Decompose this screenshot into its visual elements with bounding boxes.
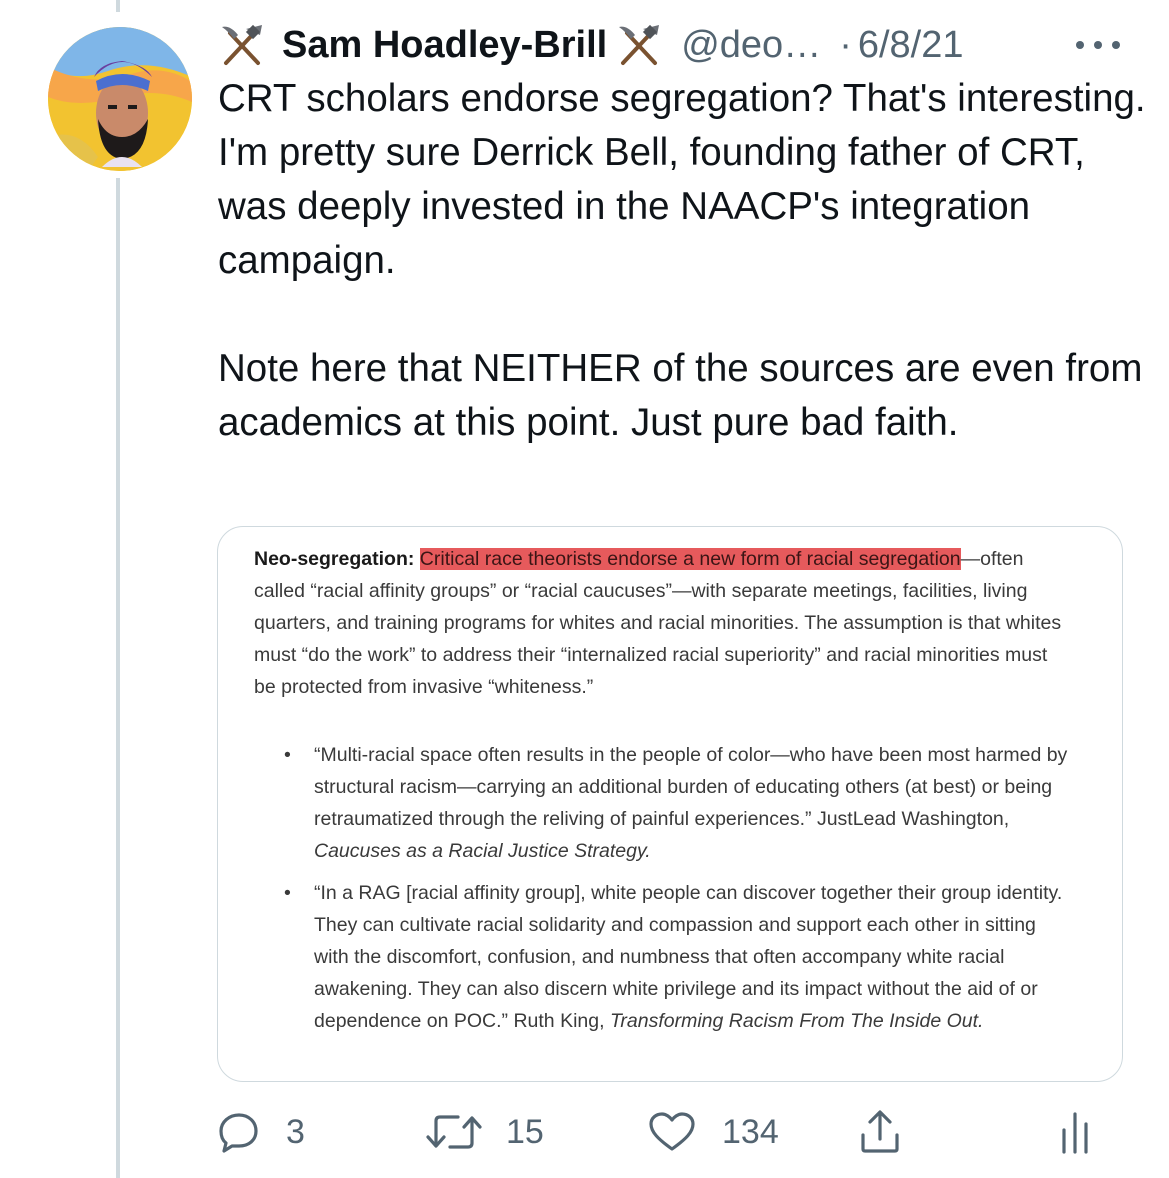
list-item: • “In a RAG [racial affinity group], whi…: [284, 877, 1074, 1037]
avatar-image: [48, 27, 192, 171]
share-icon: [861, 1110, 899, 1153]
reply-count: 3: [286, 1112, 305, 1151]
tweet-date[interactable]: 6/8/21: [858, 24, 964, 67]
highlighted-claim: Critical race theorists endorse a new fo…: [419, 548, 961, 570]
author-handle[interactable]: @deo…: [681, 24, 821, 67]
analytics-button[interactable]: [1060, 1104, 1090, 1160]
thread-line: [116, 178, 120, 1178]
excerpt-title: Neo-segregation:: [254, 548, 415, 570]
image-excerpt: Neo-segregation: Critical race theorists…: [254, 543, 1074, 1047]
thread-line-top: [116, 0, 120, 12]
tweet-text: CRT scholars endorse segregation? That's…: [218, 77, 1146, 444]
author-name[interactable]: Sam Hoadley-Brill: [282, 24, 607, 67]
header-separator: ·: [839, 23, 852, 66]
avatar[interactable]: [48, 27, 192, 171]
hammer-and-pick-icon: [218, 23, 266, 67]
excerpt-body: —often called “racial affinity groups” o…: [254, 548, 1062, 698]
list-item: • “Multi-racial space often results in t…: [284, 739, 1074, 867]
like-count: 134: [722, 1112, 779, 1151]
quote-source: Caucuses as a Racial Justice Strategy.: [314, 840, 651, 862]
tweet-header: Sam Hoadley-Brill @deo… · 6/8/21: [218, 20, 1158, 70]
retweet-count: 15: [506, 1112, 544, 1151]
quote-list: • “Multi-racial space often results in t…: [254, 739, 1074, 1037]
hammer-and-pick-icon: [615, 23, 663, 67]
excerpt-intro: Neo-segregation: Critical race theorists…: [254, 543, 1074, 703]
bullet: •: [284, 882, 291, 904]
quote-text: “Multi-racial space often results in the…: [314, 744, 1068, 830]
retweet-button[interactable]: 15: [424, 1104, 544, 1160]
bullet: •: [284, 744, 291, 766]
share-button[interactable]: [858, 1104, 902, 1160]
action-bar: 3 15 134: [218, 1104, 1118, 1160]
attached-image[interactable]: Neo-segregation: Critical race theorists…: [217, 526, 1123, 1082]
retweet-icon: [426, 1115, 482, 1149]
like-button[interactable]: 134: [648, 1104, 779, 1160]
analytics-icon: [1062, 1112, 1088, 1154]
like-icon: [649, 1112, 695, 1151]
reply-button[interactable]: 3: [218, 1104, 305, 1160]
quote-source: Transforming Racism From The Inside Out.: [609, 1010, 984, 1032]
reply-icon: [219, 1113, 258, 1153]
more-options-icon[interactable]: [1072, 30, 1124, 60]
